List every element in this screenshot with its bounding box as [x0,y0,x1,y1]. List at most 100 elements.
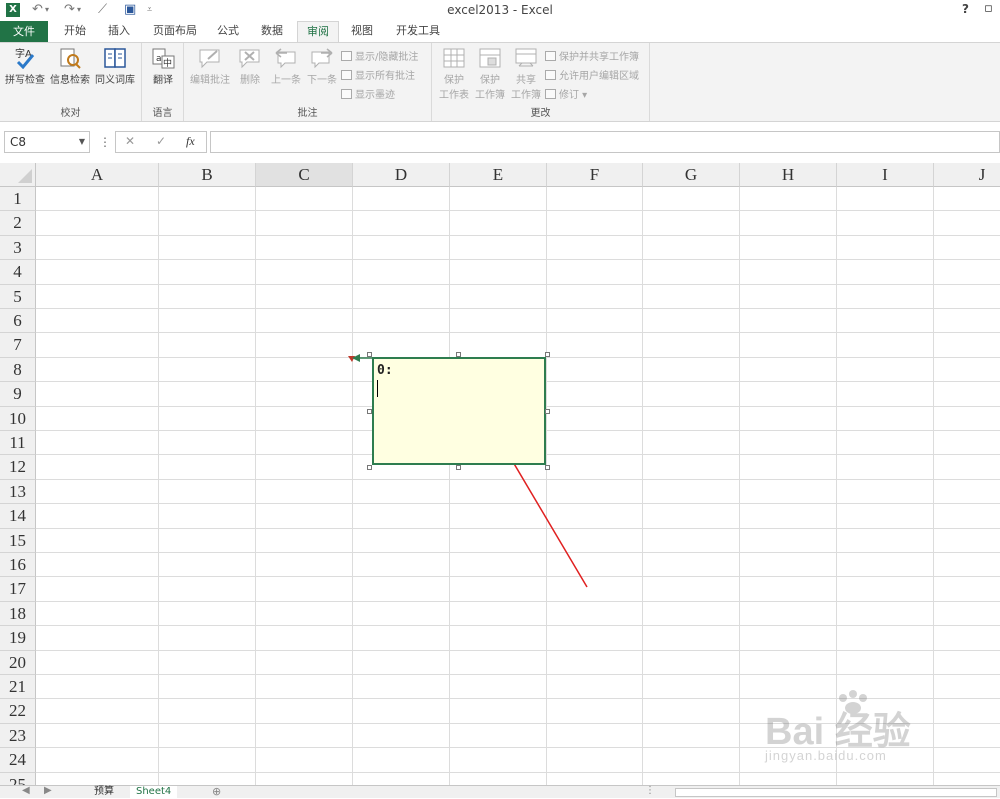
row-gridline [36,503,1000,505]
sheet-tab-budget[interactable]: 预算 [88,786,120,799]
column-header-d[interactable]: D [353,163,450,187]
row-header-20[interactable]: 20 [0,650,36,675]
sheet-nav-next-icon[interactable]: ▶ [44,785,52,796]
tab-view[interactable]: 视图 [342,21,382,43]
thesaurus-button[interactable]: 同义词库 [93,47,137,86]
protect-workbook-button[interactable]: 保护 工作簿 [472,47,508,101]
row-header-19[interactable]: 19 [0,626,36,651]
row-header-10[interactable]: 10 [0,406,36,431]
group-proofing: 字A 拼写检查 信息检索 同义词库 校对 [0,43,142,121]
row-header-6[interactable]: 6 [0,309,36,334]
row-header-14[interactable]: 14 [0,504,36,529]
enter-icon[interactable]: ✓ [156,134,166,148]
tab-review[interactable]: 审阅 [297,21,339,43]
horizontal-scrollbar[interactable] [675,788,997,797]
insert-function-icon[interactable]: fx [186,134,195,149]
ribbon-display-options-icon[interactable]: ▫ [984,1,993,16]
row-header-18[interactable]: 18 [0,601,36,627]
row-header-17[interactable]: 17 [0,577,36,602]
resize-handle[interactable] [367,352,372,357]
svg-text:中: 中 [163,57,172,69]
formula-bar-grip-icon[interactable]: ⋮ [99,135,111,149]
column-header-i[interactable]: I [837,163,934,187]
delete-comment-button[interactable]: 删除 [234,47,266,86]
column-header-h[interactable]: H [740,163,837,187]
sheet-nav-prev-icon[interactable]: ◀ [22,785,30,796]
resize-handle[interactable] [545,352,550,357]
tab-file[interactable]: 文件 [0,21,48,42]
next-comment-button[interactable]: 下一条 [304,47,340,86]
row-header-16[interactable]: 16 [0,553,36,578]
row-gridline [36,478,1000,480]
sheet-tab-sheet4[interactable]: Sheet4 [130,786,178,799]
show-all-comments-button[interactable]: 显示所有批注 [341,67,415,82]
select-all-button[interactable] [0,163,36,187]
column-header-g[interactable]: G [643,163,740,187]
row-header-5[interactable]: 5 [0,284,36,309]
column-header-f[interactable]: F [547,163,643,187]
help-button[interactable]: ? [962,2,969,16]
name-box-dropdown-icon[interactable]: ▼ [79,132,85,152]
tab-home[interactable]: 开始 [55,21,95,43]
translate-button[interactable]: a 中 翻译 [144,47,182,86]
row-header-7[interactable]: 7 [0,333,36,358]
column-header-e[interactable]: E [450,163,547,187]
row-header-15[interactable]: 15 [0,528,36,553]
resize-handle[interactable] [456,465,461,470]
track-changes-label: 修订 [559,90,579,101]
spelling-button[interactable]: 字A 拼写检查 [3,47,47,86]
column-header-c[interactable]: C [256,163,353,187]
edit-comment-button[interactable]: 编辑批注 [188,47,232,86]
thesaurus-label: 同义词库 [95,75,135,86]
show-ink-button[interactable]: 显示墨迹 [341,86,395,101]
tab-insert[interactable]: 插入 [99,21,139,43]
row-header-3[interactable]: 3 [0,235,36,261]
track-changes-icon [545,89,556,99]
track-changes-button[interactable]: 修订 ▾ [545,86,587,101]
formula-buttons: ✕ ✓ fx [115,131,207,153]
comment-text[interactable]: 0: [377,363,393,378]
formula-input[interactable] [210,131,1000,153]
row-header-23[interactable]: 23 [0,723,36,749]
scroll-split-icon[interactable]: ⋮ [645,785,655,796]
comment-box[interactable]: 0: [372,357,546,465]
row-header-22[interactable]: 22 [0,699,36,724]
name-box[interactable]: C8 ▼ [4,131,90,153]
row-header-24[interactable]: 24 [0,748,36,773]
row-header-4[interactable]: 4 [0,260,36,285]
resize-handle[interactable] [367,465,372,470]
row-header-11[interactable]: 11 [0,431,36,456]
share-workbook-label-1: 共享 [516,75,536,86]
resize-handle[interactable] [367,409,372,414]
protect-share-button[interactable]: 保护并共享工作簿 [545,48,639,63]
column-header-a[interactable]: A [36,163,159,187]
row-header-2[interactable]: 2 [0,211,36,236]
show-hide-comment-icon [341,51,352,61]
share-workbook-button[interactable]: 共享 工作簿 [508,47,544,101]
tab-formulas[interactable]: 公式 [208,21,248,43]
protect-sheet-button[interactable]: 保护 工作表 [436,47,472,101]
row-header-12[interactable]: 12 [0,455,36,480]
tab-page-layout[interactable]: 页面布局 [144,21,206,43]
row-header-9[interactable]: 9 [0,382,36,407]
resize-handle[interactable] [456,352,461,357]
row-header-25[interactable]: 25 [0,772,36,785]
previous-comment-button[interactable]: 上一条 [268,47,304,86]
row-header-13[interactable]: 13 [0,479,36,505]
column-header-j[interactable]: J [934,163,1000,187]
tab-data[interactable]: 数据 [252,21,292,43]
column-header-b[interactable]: B [159,163,256,187]
svg-text:a: a [156,54,162,64]
resize-handle[interactable] [545,465,550,470]
show-hide-comment-button[interactable]: 显示/隐藏批注 [341,48,418,63]
comments-group-label: 批注 [297,108,318,119]
new-sheet-icon[interactable]: ⊕ [212,785,221,798]
row-header-8[interactable]: 8 [0,357,36,383]
resize-handle[interactable] [545,409,550,414]
research-button[interactable]: 信息检索 [48,47,92,86]
row-header-1[interactable]: 1 [0,187,36,212]
allow-edit-ranges-button[interactable]: 允许用户编辑区域 [545,67,639,82]
tab-developer[interactable]: 开发工具 [387,21,449,43]
cancel-icon[interactable]: ✕ [125,134,135,148]
row-header-21[interactable]: 21 [0,675,36,700]
